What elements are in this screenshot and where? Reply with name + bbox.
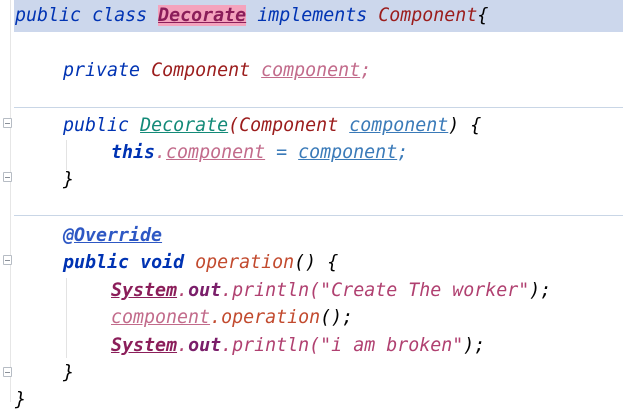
field-name: component <box>261 60 361 81</box>
code-line-assignment[interactable]: this.component = component; <box>111 139 623 166</box>
fold-marker-icon[interactable] <box>3 118 12 128</box>
system-class: System <box>111 335 178 356</box>
close-brace: } <box>15 389 27 410</box>
keyword-this: this <box>111 142 156 163</box>
keyword-public: public <box>63 252 130 273</box>
interface-name: Component <box>378 5 478 26</box>
keyword-class: class <box>92 5 148 26</box>
code-line-println-2[interactable]: System.out.println("i am broken"); <box>111 332 623 359</box>
dot: . <box>221 335 233 356</box>
fold-marker-icon[interactable] <box>3 172 12 182</box>
keyword-public: public <box>63 115 130 136</box>
code-line-println-1[interactable]: System.out.println("Create The worker"); <box>111 277 623 304</box>
dot: . <box>210 307 222 328</box>
keyword-public: public <box>15 5 82 26</box>
open-paren: ( <box>309 335 321 356</box>
keyword-implements: implements <box>257 5 368 26</box>
field-ref: component <box>111 307 211 328</box>
code-line-class-close[interactable]: } <box>15 386 623 413</box>
fold-marker-icon[interactable] <box>3 255 12 265</box>
close-paren-semi: ); <box>463 335 486 356</box>
method-name: operation <box>195 252 295 273</box>
param-name: component <box>349 115 449 136</box>
code-line-class-declaration[interactable]: public class Decorate implements Compone… <box>15 2 623 29</box>
out-field: out <box>188 280 222 301</box>
string-literal: "i am broken" <box>320 335 464 356</box>
close-paren-brace: ) { <box>448 115 482 136</box>
method-separator <box>14 107 623 108</box>
fold-marker-icon[interactable] <box>3 367 12 377</box>
code-line-close-brace[interactable]: } <box>63 166 623 193</box>
indent-guide <box>66 278 67 358</box>
keyword-void: void <box>140 252 185 273</box>
close-paren-semi: ); <box>529 280 552 301</box>
annotation-override: @Override <box>63 225 163 246</box>
code-editor[interactable]: public class Decorate implements Compone… <box>0 0 623 410</box>
code-line-field[interactable]: private Component component; <box>63 57 623 84</box>
semicolon: ; <box>360 60 372 81</box>
open-paren: ( <box>228 115 240 136</box>
paren-brace: () { <box>294 252 339 273</box>
method-separator <box>14 215 623 216</box>
parens-semi: (); <box>320 307 354 328</box>
code-line-constructor[interactable]: public Decorate(Component component) { <box>63 112 623 139</box>
close-brace: } <box>63 169 75 190</box>
constructor-name: Decorate <box>140 115 229 136</box>
param-type: Component <box>239 115 339 136</box>
field-ref: component <box>166 142 266 163</box>
dot: . <box>177 280 189 301</box>
close-brace: } <box>63 362 75 383</box>
system-class: System <box>111 280 178 301</box>
out-field: out <box>188 335 222 356</box>
param-ref: component <box>298 142 398 163</box>
println-method: println <box>232 335 310 356</box>
code-line-close-brace[interactable]: } <box>63 359 623 386</box>
editor-gutter <box>0 0 14 402</box>
field-type: Component <box>151 60 251 81</box>
class-name: Decorate <box>158 5 247 26</box>
dot: . <box>177 335 189 356</box>
code-line-operation-call[interactable]: component.operation(); <box>111 304 623 331</box>
keyword-private: private <box>63 60 141 81</box>
dot: . <box>155 142 167 163</box>
open-brace: { <box>477 5 489 26</box>
semicolon: ; <box>397 142 409 163</box>
equals: = <box>265 142 299 163</box>
open-paren: ( <box>309 280 321 301</box>
method-call: operation <box>221 307 321 328</box>
code-line-annotation[interactable]: @Override <box>63 222 623 249</box>
dot: . <box>221 280 233 301</box>
gutter-divider <box>10 0 11 402</box>
code-line-method-declaration[interactable]: public void operation() { <box>63 249 623 276</box>
println-method: println <box>232 280 310 301</box>
string-literal: "Create The worker" <box>320 280 530 301</box>
